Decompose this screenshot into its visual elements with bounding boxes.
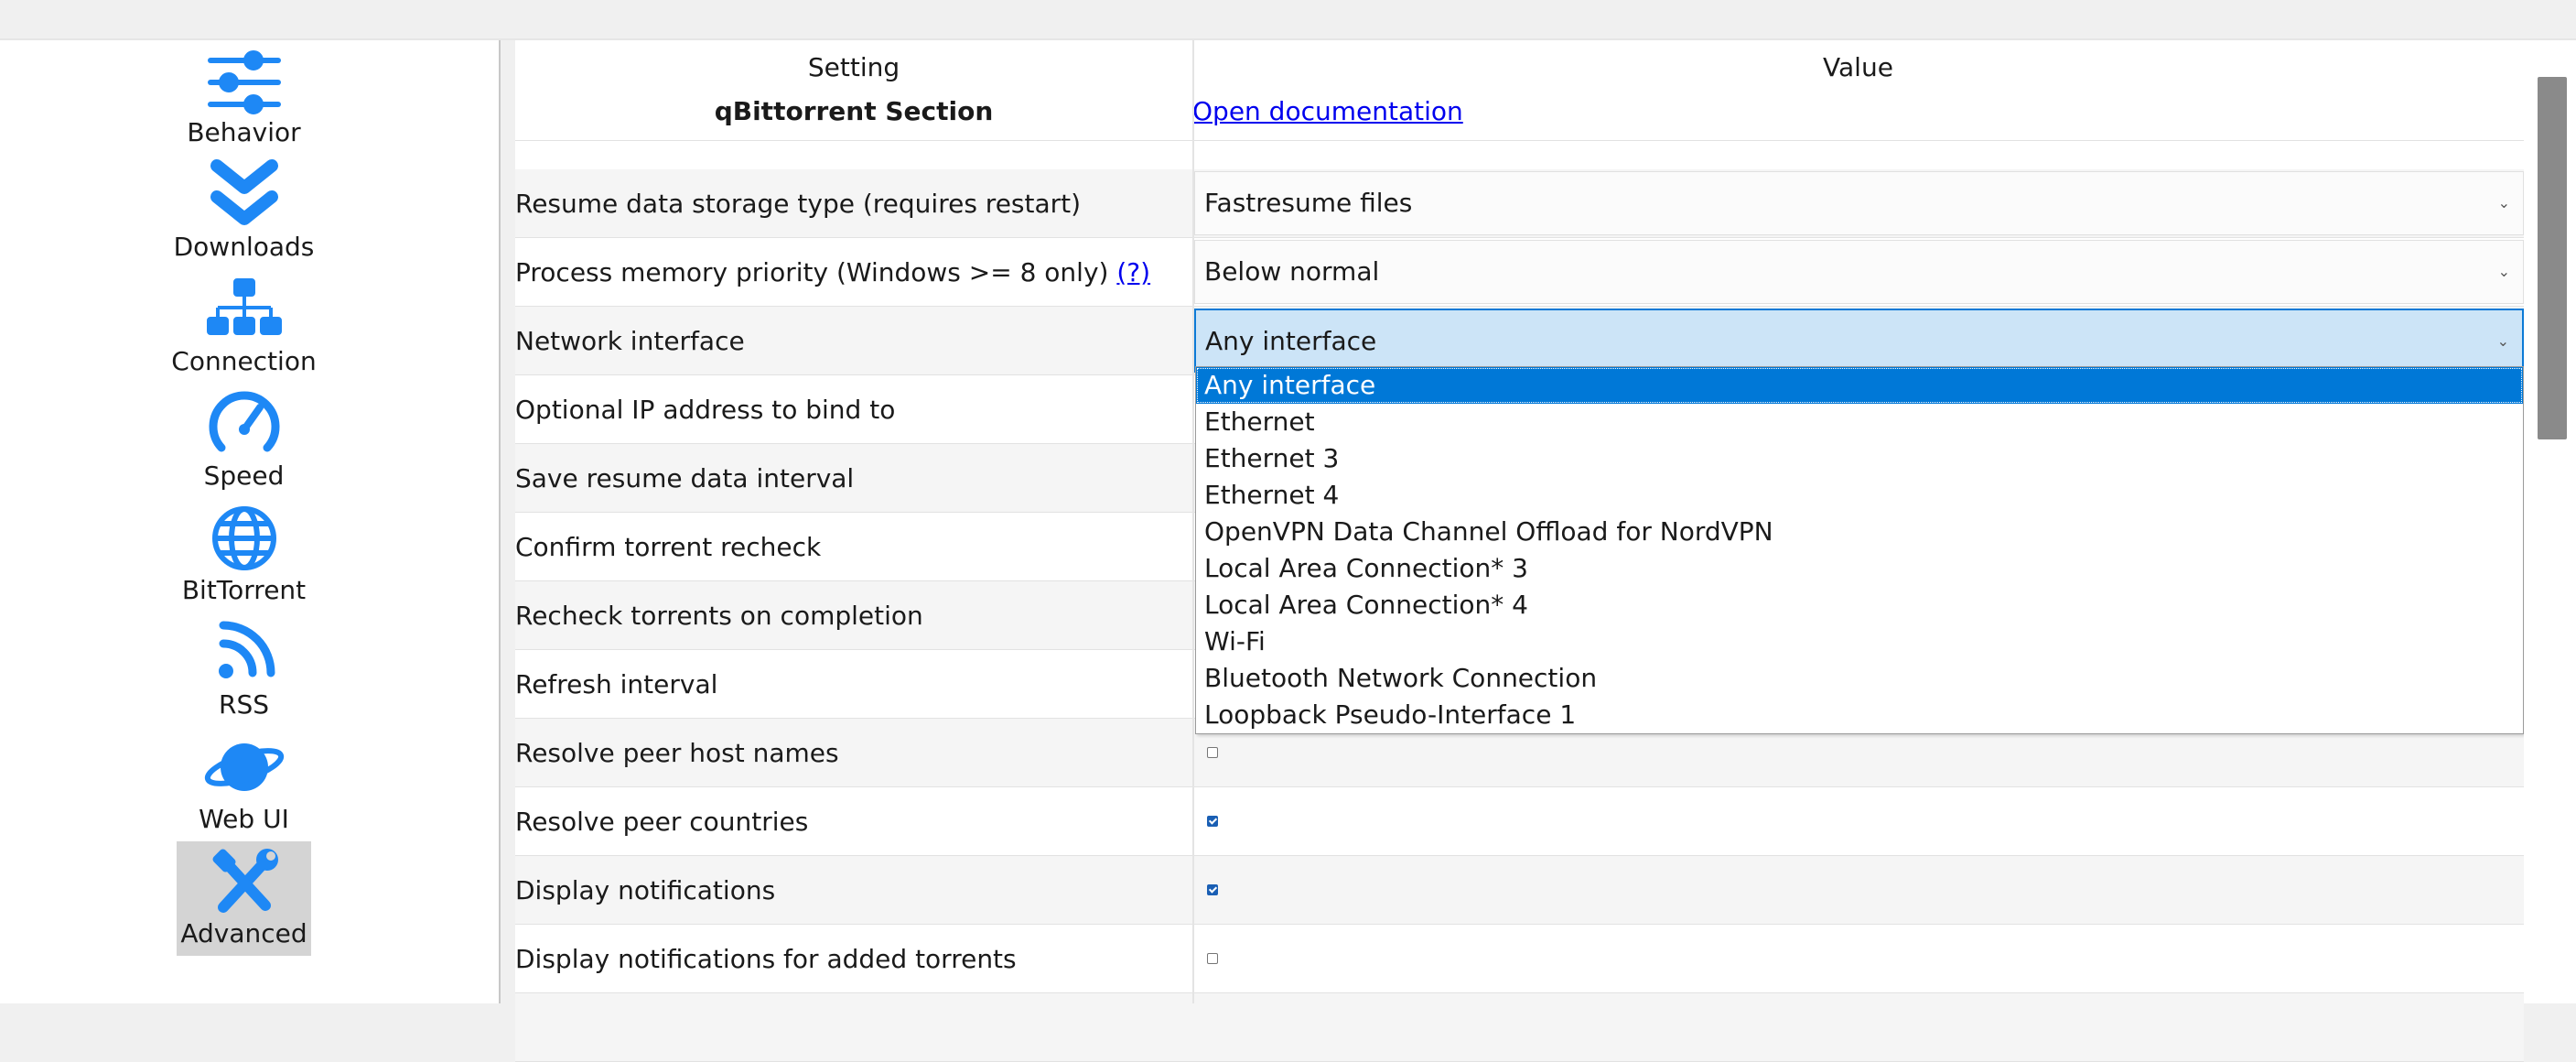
dropdown-option[interactable]: Bluetooth Network Connection [1196,660,2523,697]
planet-icon [203,731,286,804]
dropdown-option[interactable]: Any interface [1196,367,2523,404]
section-title: qBittorrent Section [714,96,994,126]
setting-name: Recheck torrents on completion [515,601,923,631]
vertical-scrollbar[interactable] [2524,40,2576,1003]
help-link[interactable]: (?) [1116,257,1150,287]
setting-name: Optional IP address to bind to [515,395,896,425]
table-row: Network interface Any interface ⌄ [515,307,2524,375]
sidebar-item-web-ui[interactable]: Web UI [177,727,311,841]
dropdown-option[interactable]: Ethernet 3 [1196,440,2523,477]
setting-name: Process memory priority (Windows >= 8 on… [515,238,1192,307]
double-chevron-down-icon [203,158,286,232]
added-torrent-notifications-checkbox[interactable] [1207,953,1218,964]
setting-name: Save resume data interval [515,463,855,493]
table-row: Process memory priority (Windows >= 8 on… [515,238,2524,307]
setting-name: Refresh interval [515,669,718,699]
sidebar-item-connection[interactable]: Connection [171,269,317,384]
column-divider [1192,40,1194,1003]
dropdown-option[interactable]: Loopback Pseudo-Interface 1 [1196,697,2523,733]
memory-priority-select[interactable]: Below normal ⌄ [1194,240,2524,304]
dropdown-option[interactable]: OpenVPN Data Channel Offload for NordVPN [1196,514,2523,550]
setting-name: Resolve peer host names [515,738,839,768]
resolve-countries-checkbox[interactable] [1207,816,1218,827]
sidebar-item-rss[interactable]: RSS [177,612,311,727]
select-value: Below normal [1204,256,1380,287]
sidebar-item-label: Behavior [187,117,301,147]
sidebar-item-bittorrent[interactable]: BitTorrent [177,498,311,612]
globe-icon [203,502,286,575]
content-gutter [501,40,515,1003]
sidebar-item-speed[interactable]: Speed [177,384,311,498]
display-notifications-checkbox[interactable] [1207,884,1218,895]
sidebar-item-label: Web UI [199,804,289,834]
network-interface-dropdown[interactable]: Any interface Ethernet Ethernet 3 Ethern… [1195,366,2524,734]
sidebar-item-downloads[interactable]: Downloads [174,155,314,269]
chevron-down-icon: ⌄ [2496,332,2509,350]
tools-icon [203,845,286,918]
sliders-icon [203,44,286,117]
sidebar-item-label: Speed [203,461,285,491]
table-row: Display notifications for added torrents [515,925,2524,993]
sidebar-item-behavior[interactable]: Behavior [177,40,311,155]
sidebar-item-advanced[interactable]: Advanced [177,841,311,956]
section-row: qBittorrent Section Open documentation [515,95,2524,141]
setting-name: Display notifications for added torrents [515,944,1017,974]
column-header-setting: Setting [807,52,900,82]
chevron-down-icon: ⌄ [2497,263,2510,280]
network-icon [203,273,286,346]
network-interface-select[interactable]: Any interface ⌄ [1194,309,2524,373]
setting-name: Display notifications [515,875,776,905]
select-value: Any interface [1205,326,1377,356]
sidebar-item-label: Downloads [173,232,315,262]
select-value: Fastresume files [1204,188,1413,218]
dropdown-option[interactable]: Local Area Connection* 3 [1196,550,2523,587]
table-row [515,993,2524,1062]
resume-storage-select[interactable]: Fastresume files ⌄ [1194,171,2524,235]
title-bar-strip [0,0,2576,38]
table-row: Resume data storage type (requires resta… [515,169,2524,238]
column-header-value: Value [1823,52,1893,82]
dropdown-option[interactable]: Ethernet [1196,404,2523,440]
dropdown-option[interactable]: Ethernet 4 [1196,477,2523,514]
sidebar: Behavior Downloads Connection Speed BitT… [0,40,499,1003]
resolve-host-names-checkbox[interactable] [1207,747,1218,758]
speedometer-icon [203,387,286,461]
scrollbar-thumb[interactable] [2538,77,2567,439]
dropdown-option[interactable]: Local Area Connection* 4 [1196,587,2523,623]
sidebar-item-label: RSS [218,689,269,720]
rss-icon [203,616,286,689]
setting-name: Confirm torrent recheck [515,532,822,562]
sidebar-item-label: Connection [171,346,317,376]
setting-name: Network interface [515,326,745,356]
sidebar-item-label: Advanced [180,918,307,948]
setting-name: Resume data storage type (requires resta… [515,189,1082,219]
setting-name: Resolve peer countries [515,807,809,837]
table-row: Resolve peer countries [515,787,2524,856]
setting-label: Process memory priority (Windows >= 8 on… [515,257,1109,287]
sidebar-item-label: BitTorrent [181,575,307,605]
chevron-down-icon: ⌄ [2497,194,2510,211]
open-documentation-link[interactable]: Open documentation [1192,96,1463,126]
dropdown-option[interactable]: Wi-Fi [1196,623,2523,660]
table-row: Display notifications [515,856,2524,925]
